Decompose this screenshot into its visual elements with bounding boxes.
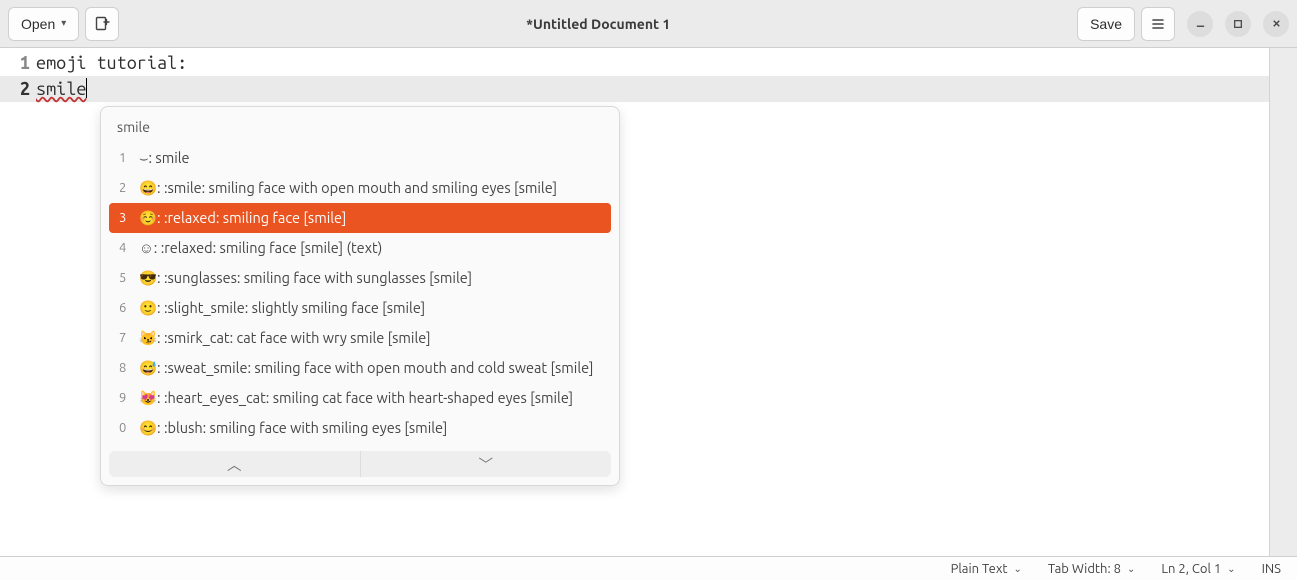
completion-item-text: ☺: :relaxed: smiling face [smile] (text) [139, 238, 382, 258]
save-button-label: Save [1090, 16, 1122, 32]
hamburger-menu-button[interactable] [1141, 7, 1175, 41]
editor-line[interactable]: smile [34, 76, 1297, 102]
chevron-down-icon: ⌄ [1127, 563, 1135, 575]
completion-query: smile [109, 115, 611, 143]
completion-item-number: 4 [119, 238, 129, 258]
completion-item-text: 😅: :sweat_smile: smiling face with open … [139, 358, 593, 378]
completion-pager: ︿ ﹀ [109, 451, 611, 477]
tab-width-selector[interactable]: Tab Width: 8 ⌄ [1048, 562, 1135, 576]
completion-item[interactable]: 7 😼: :smirk_cat: cat face with wry smile … [109, 323, 611, 353]
chevron-down-icon: ⌄ [1227, 563, 1235, 575]
minimize-button[interactable] [1187, 11, 1213, 37]
completion-item-number: 7 [119, 328, 129, 348]
close-icon [1271, 18, 1282, 29]
text-cursor [86, 78, 87, 98]
chevron-down-icon: ﹀ [479, 454, 494, 475]
insert-mode-label: INS [1262, 562, 1281, 576]
tab-width-label: Tab Width: 8 [1048, 562, 1121, 576]
completion-item-text: 😄: :smile: smiling face with open mouth … [139, 178, 557, 198]
chevron-up-icon: ︿ [227, 454, 242, 475]
completion-item[interactable]: 9 😻: :heart_eyes_cat: smiling cat face wi… [109, 383, 611, 413]
window-title: *Untitled Document 1 [125, 16, 1071, 32]
completion-item[interactable]: 8 😅: :sweat_smile: smiling face with open… [109, 353, 611, 383]
new-tab-button[interactable] [85, 7, 119, 41]
completion-item-text: 😻: :heart_eyes_cat: smiling cat face wit… [139, 388, 573, 408]
page-up-button[interactable]: ︿ [109, 451, 361, 477]
completion-item-number: 8 [119, 358, 129, 378]
chevron-down-icon: ⌄ [1014, 563, 1022, 575]
line-number-gutter: 12 [0, 48, 34, 556]
completion-item[interactable]: 0 😊: :blush: smiling face with smiling ey… [109, 413, 611, 443]
syntax-mode-label: Plain Text [951, 562, 1008, 576]
maximize-icon [1233, 19, 1243, 29]
completion-item-number: 5 [119, 268, 129, 288]
completion-item-text: 😎: :sunglasses: smiling face with sungla… [139, 268, 472, 288]
hamburger-icon [1150, 16, 1166, 32]
insert-mode-indicator[interactable]: INS [1262, 562, 1281, 576]
editor-line[interactable]: emoji tutorial: [34, 50, 1297, 76]
open-button[interactable]: Open ▾ [8, 7, 79, 41]
line-number: 1 [0, 50, 34, 76]
syntax-mode-selector[interactable]: Plain Text ⌄ [951, 562, 1022, 576]
completion-item[interactable]: 3 ☺️: :relaxed: smiling face [smile] [109, 203, 611, 233]
save-button[interactable]: Save [1077, 7, 1135, 41]
completion-item[interactable]: 5 😎: :sunglasses: smiling face with sungl… [109, 263, 611, 293]
headerbar: Open ▾ *Untitled Document 1 Save [0, 0, 1297, 48]
completion-item-number: 2 [119, 178, 129, 198]
completion-item-text: 😼: :smirk_cat: cat face with wry smile [… [139, 328, 431, 348]
open-button-label: Open [21, 16, 55, 32]
completion-item[interactable]: 4 ☺: :relaxed: smiling face [smile] (text… [109, 233, 611, 263]
cursor-position-selector[interactable]: Ln 2, Col 1 ⌄ [1161, 562, 1235, 576]
cursor-position-label: Ln 2, Col 1 [1161, 562, 1221, 576]
statusbar: Plain Text ⌄ Tab Width: 8 ⌄ Ln 2, Col 1 … [0, 556, 1297, 580]
page-down-button[interactable]: ﹀ [361, 451, 612, 477]
completion-item-number: 0 [119, 418, 129, 438]
scrollbar-track[interactable] [1269, 48, 1297, 556]
completion-item-text: ☺️: :relaxed: smiling face [smile] [139, 208, 346, 228]
minimize-icon [1195, 18, 1206, 29]
close-button[interactable] [1263, 11, 1289, 37]
completion-item-number: 9 [119, 388, 129, 408]
line-number: 2 [0, 76, 34, 102]
completion-popup: smile 1 ⌣: smile 2 😄: :smile: smiling face … [100, 106, 620, 486]
completion-item-text: 🙂: :slight_smile: slightly smiling face … [139, 298, 425, 318]
new-document-icon [94, 16, 110, 32]
completion-item-text: ⌣: smile [139, 148, 190, 168]
completion-item-number: 1 [119, 148, 129, 168]
completion-item[interactable]: 2 😄: :smile: smiling face with open mouth… [109, 173, 611, 203]
chevron-down-icon: ▾ [61, 18, 66, 29]
completion-item[interactable]: 6 🙂: :slight_smile: slightly smiling face… [109, 293, 611, 323]
completion-item-number: 6 [119, 298, 129, 318]
maximize-button[interactable] [1225, 11, 1251, 37]
completion-item[interactable]: 1 ⌣: smile [109, 143, 611, 173]
completion-item-number: 3 [119, 208, 129, 228]
completion-item-text: 😊: :blush: smiling face with smiling eye… [139, 418, 447, 438]
